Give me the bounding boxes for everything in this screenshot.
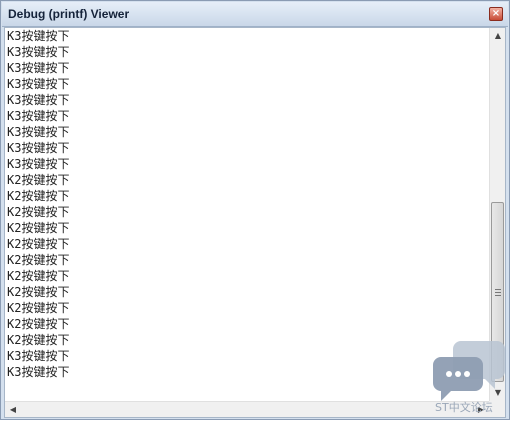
output-line: K2按键按下 (7, 317, 70, 331)
output-line: K3按键按下 (7, 93, 70, 107)
vertical-scroll-thumb[interactable] (491, 202, 504, 382)
output-line: K2按键按下 (7, 285, 70, 299)
output-line: K2按键按下 (7, 301, 70, 315)
output-line: K2按键按下 (7, 189, 70, 203)
scrollbar-corner (489, 401, 505, 417)
scroll-up-arrow-icon[interactable]: ▲ (490, 28, 505, 44)
scroll-left-arrow-icon[interactable]: ◀ (5, 402, 21, 417)
vertical-scrollbar[interactable]: ▲ ▼ (489, 28, 505, 401)
close-icon: × (491, 8, 501, 19)
output-line: K3按键按下 (7, 349, 70, 363)
scroll-down-arrow-icon[interactable]: ▼ (490, 385, 505, 401)
output-line: K3按键按下 (7, 109, 70, 123)
output-text-area[interactable]: K3按键按下 K3按键按下 K3按键按下 K3按键按下 K3按键按下 K3按键按下 K3按键… (7, 28, 487, 400)
output-line: K2按键按下 (7, 237, 70, 251)
output-line: K3按键按下 (7, 365, 70, 379)
grip-icon (495, 289, 501, 296)
debug-viewer-window: Debug (printf) Viewer × K3按键按下 K3按键按下 K3按键… (0, 0, 510, 420)
output-pane[interactable]: K3按键按下 K3按键按下 K3按键按下 K3按键按下 K3按键按下 K3按键按下 K3按键… (4, 27, 506, 418)
output-line: K3按键按下 (7, 125, 70, 139)
output-line: K2按键按下 (7, 205, 70, 219)
horizontal-scrollbar[interactable]: ◀ ▶ (5, 401, 489, 417)
output-line: K2按键按下 (7, 221, 70, 235)
scroll-right-arrow-icon[interactable]: ▶ (473, 402, 489, 417)
close-button[interactable]: × (489, 7, 503, 21)
output-line: K2按键按下 (7, 253, 70, 267)
output-line: K3按键按下 (7, 29, 70, 43)
output-line: K2按键按下 (7, 269, 70, 283)
output-line: K3按键按下 (7, 77, 70, 91)
output-line: K2按键按下 (7, 333, 70, 347)
window-title: Debug (printf) Viewer (8, 7, 130, 21)
output-line: K3按键按下 (7, 141, 70, 155)
output-line: K3按键按下 (7, 157, 70, 171)
output-line: K3按键按下 (7, 45, 70, 59)
title-bar[interactable]: Debug (printf) Viewer × (2, 2, 508, 27)
output-line: K3按键按下 (7, 61, 70, 75)
output-line: K2按键按下 (7, 173, 70, 187)
